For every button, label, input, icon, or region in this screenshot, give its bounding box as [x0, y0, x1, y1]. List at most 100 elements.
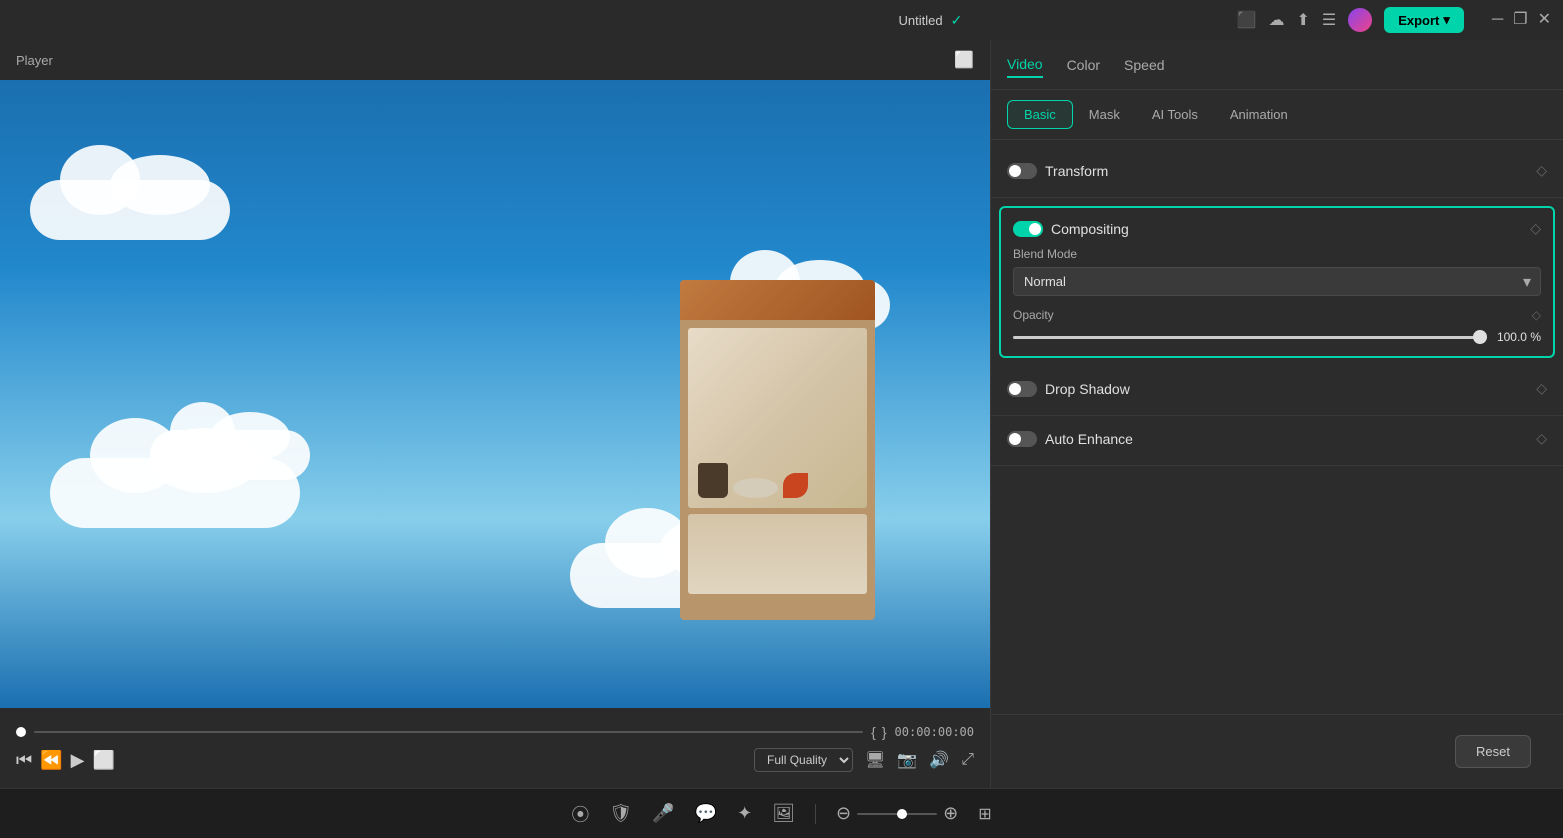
- title-bar-center: Untitled ✓: [624, 12, 1236, 29]
- transform-toggle-thumb: [1009, 165, 1021, 177]
- expand-icon[interactable]: ⬜: [954, 50, 974, 70]
- subtab-mask[interactable]: Mask: [1073, 101, 1136, 128]
- bracket-out[interactable]: }: [882, 724, 887, 740]
- compositing-section: Compositing ◇ Blend Mode Normal Multiply…: [999, 206, 1555, 358]
- properties-panel: Transform ◇ Compositing ◇: [991, 140, 1563, 714]
- transform-toggle[interactable]: [1007, 163, 1037, 179]
- monitor-icon[interactable]: 🖥: [865, 750, 885, 770]
- bottom-separator: [815, 804, 816, 824]
- zoom-thumb[interactable]: [897, 809, 907, 819]
- opacity-keyframe-icon[interactable]: ◇: [1532, 308, 1541, 322]
- drop-shadow-left: Drop Shadow: [1007, 381, 1130, 397]
- timeline-bar: { } 00:00:00:00: [16, 724, 974, 740]
- playhead-icon[interactable]: ⦿: [571, 801, 589, 827]
- overlay-image-content: [680, 320, 875, 602]
- timeline-brackets: { }: [871, 724, 886, 740]
- drop-shadow-keyframe-icon[interactable]: ◇: [1536, 380, 1547, 397]
- microphone-icon[interactable]: 🎤: [652, 803, 674, 824]
- subtab-basic[interactable]: Basic: [1007, 100, 1073, 129]
- opacity-slider-thumb[interactable]: [1473, 330, 1487, 344]
- zoom-track[interactable]: [857, 813, 937, 815]
- zoom-out-icon[interactable]: ⊖: [836, 803, 851, 824]
- bottom-bar: ⦿ 🛡 🎤 💬 ✦ 🖼 ⊖ ⊕ ⊞: [0, 788, 1563, 838]
- opacity-value: 100.0 %: [1497, 330, 1541, 344]
- opacity-slider-track[interactable]: [1013, 336, 1487, 339]
- tab-color[interactable]: Color: [1067, 53, 1100, 77]
- opacity-slider-fill: [1013, 336, 1487, 339]
- player-panel: Player ⬜: [0, 40, 990, 788]
- bracket-in[interactable]: {: [871, 724, 876, 740]
- close-button[interactable]: ✕: [1538, 12, 1551, 28]
- compositing-left: Compositing: [1013, 221, 1129, 237]
- effects-icon[interactable]: ✦: [737, 803, 752, 824]
- saved-check-icon: ✓: [951, 12, 963, 29]
- playback-controls: ⏮ ⏪ ▶ ⬜: [16, 750, 115, 771]
- auto-enhance-section: Auto Enhance ◇: [991, 416, 1563, 466]
- opacity-label: Opacity: [1013, 308, 1054, 322]
- blend-mode-select[interactable]: Normal Multiply Screen Overlay Darken Li…: [1013, 267, 1541, 296]
- subtab-ai-tools[interactable]: AI Tools: [1136, 101, 1214, 128]
- tab-speed[interactable]: Speed: [1124, 53, 1164, 77]
- compositing-title: Compositing: [1051, 221, 1129, 237]
- shield-icon[interactable]: 🛡: [609, 803, 632, 824]
- transform-header: Transform ◇: [1007, 162, 1547, 179]
- player-header: Player ⬜: [0, 40, 990, 80]
- stop-button[interactable]: ⬜: [92, 750, 114, 771]
- compositing-keyframe-icon[interactable]: ◇: [1530, 220, 1541, 237]
- play-button[interactable]: ▶: [71, 750, 85, 771]
- player-viewport: [0, 80, 990, 708]
- cloud-5: [150, 430, 310, 480]
- item-plate: [733, 478, 778, 498]
- frame-back-button[interactable]: ⏪: [40, 750, 62, 771]
- cloud-icon[interactable]: ☁: [1268, 10, 1284, 30]
- transform-left: Transform: [1007, 163, 1108, 179]
- menu-icon[interactable]: ☰: [1322, 10, 1336, 30]
- player-background: [0, 80, 990, 708]
- auto-enhance-toggle[interactable]: [1007, 431, 1037, 447]
- item-leaf: [783, 473, 808, 498]
- player-controls: { } 00:00:00:00 ⏮ ⏪ ▶ ⬜ Full Quality 1/2…: [0, 708, 990, 788]
- sub-tabs: Basic Mask AI Tools Animation: [991, 90, 1563, 140]
- drop-shadow-toggle-thumb: [1009, 383, 1021, 395]
- reset-button[interactable]: Reset: [1455, 735, 1531, 768]
- drop-shadow-toggle[interactable]: [1007, 381, 1037, 397]
- image-items: [698, 418, 857, 498]
- time-display: 00:00:00:00: [895, 725, 974, 739]
- zoom-in-icon[interactable]: ⊕: [943, 803, 958, 824]
- auto-enhance-keyframe-icon[interactable]: ◇: [1536, 430, 1547, 447]
- overlay-image-top: [680, 280, 875, 320]
- subtab-animation[interactable]: Animation: [1214, 101, 1304, 128]
- image-cloth: [688, 328, 867, 508]
- maximize-button[interactable]: ❐: [1513, 12, 1527, 28]
- player-right-controls: Full Quality 1/2 Quality 1/4 Quality 🖥 📷…: [754, 748, 974, 772]
- transform-title: Transform: [1045, 163, 1108, 179]
- compositing-header: Compositing ◇: [1013, 220, 1541, 237]
- export-button[interactable]: Export ▾: [1384, 7, 1464, 33]
- cloud-1: [30, 180, 230, 240]
- overlay-image[interactable]: [680, 280, 875, 620]
- opacity-row: Opacity ◇: [1013, 308, 1541, 322]
- fullscreen-icon[interactable]: ⤢: [961, 751, 974, 769]
- right-top-tabs: Video Color Speed: [991, 40, 1563, 90]
- compositing-toggle[interactable]: [1013, 221, 1043, 237]
- quality-dropdown[interactable]: Full Quality 1/2 Quality 1/4 Quality: [754, 748, 853, 772]
- grid-icon[interactable]: ⊞: [978, 804, 991, 824]
- share-icon[interactable]: ⬆: [1296, 10, 1309, 30]
- minimize-button[interactable]: ─: [1492, 12, 1503, 28]
- avatar[interactable]: [1348, 8, 1372, 32]
- media-icon[interactable]: 🖼: [772, 803, 795, 824]
- volume-icon[interactable]: 🔊: [929, 750, 949, 770]
- save-icon[interactable]: ⬛: [1237, 10, 1257, 30]
- timeline-playhead[interactable]: [16, 727, 26, 737]
- screenshot-icon[interactable]: 📷: [897, 750, 917, 770]
- captions-icon[interactable]: 💬: [695, 803, 717, 824]
- auto-enhance-title: Auto Enhance: [1045, 431, 1133, 447]
- opacity-slider-row: 100.0 %: [1013, 330, 1541, 344]
- image-bottom: [688, 514, 867, 594]
- timeline-track[interactable]: [34, 731, 863, 733]
- transform-keyframe-icon[interactable]: ◇: [1536, 162, 1547, 179]
- tab-video[interactable]: Video: [1007, 52, 1043, 78]
- step-back-button[interactable]: ⏮: [16, 750, 32, 771]
- reset-row: Reset: [991, 714, 1563, 788]
- compositing-section-wrapper: Compositing ◇ Blend Mode Normal Multiply…: [991, 198, 1563, 366]
